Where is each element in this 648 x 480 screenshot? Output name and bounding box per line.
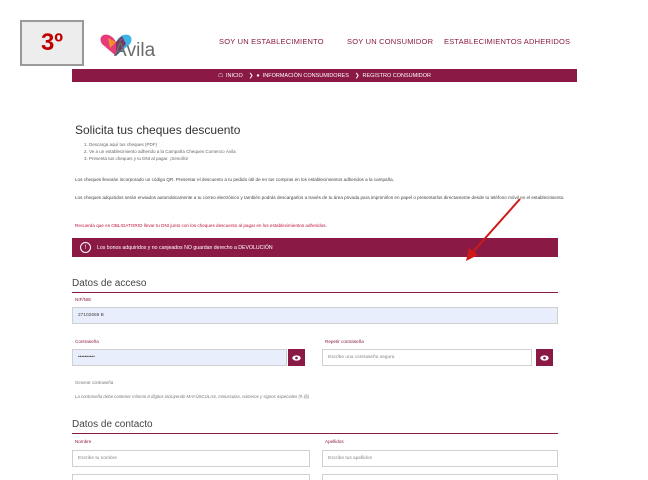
- contact-section-title: Datos de contacto: [72, 419, 153, 430]
- info-paragraph-qr: Los cheques llevarán incorporado un códi…: [75, 177, 394, 182]
- step-item: 2. Ve a un establecimiento adherido a la…: [84, 149, 236, 155]
- nif-label: NIF/NIE: [75, 297, 92, 302]
- show-repeat-password-button[interactable]: [536, 349, 553, 366]
- page-title: Solicita tus cheques descuento: [75, 123, 241, 137]
- home-icon[interactable]: ☖: [218, 73, 223, 79]
- alert-icon: !: [80, 242, 91, 253]
- generate-password-link[interactable]: Generar contraseña: [75, 380, 113, 385]
- eye-icon: [540, 354, 549, 361]
- top-nav: SOY UN ESTABLECIMIENTO SOY UN CONSUMIDOR…: [0, 37, 648, 51]
- eye-icon: [292, 354, 301, 361]
- user-icon: ●: [256, 72, 260, 79]
- section-divider: [72, 292, 558, 293]
- alert-text: Los bonos adquiridos y no canjeados NO g…: [97, 244, 273, 251]
- step-item[interactable]: 1. Descarga aquí tus cheques (PDF): [84, 141, 236, 148]
- breadcrumb: ☖ INICIO ❯ ● INFORMACIÓN CONSUMIDORES ❯ …: [72, 69, 577, 82]
- breadcrumb-home[interactable]: INICIO: [226, 73, 243, 79]
- section-divider: [72, 433, 558, 434]
- steps-list: 1. Descarga aquí tus cheques (PDF) 2. Ve…: [84, 141, 236, 163]
- step-item: 3. Presenta tus cheques y tu DNI al paga…: [84, 156, 189, 162]
- surname-label: Apellidos: [325, 439, 344, 444]
- access-section-title: Datos de acceso: [72, 278, 147, 289]
- surname-input[interactable]: Escribe tus apellidos: [322, 450, 558, 467]
- name-label: Nombre: [75, 439, 92, 444]
- chevron-right-icon: ❯: [354, 72, 360, 79]
- red-arrow-annotation: [466, 198, 521, 261]
- password-label: Contraseña: [75, 339, 99, 344]
- nav-establecimientos-adheridos[interactable]: ESTABLECIMIENTOS ADHERIDOS: [444, 37, 570, 46]
- repeat-password-label: Repetir contraseña: [325, 339, 364, 344]
- nav-soy-establecimiento[interactable]: SOY UN ESTABLECIMIENTO: [219, 37, 324, 46]
- name-input[interactable]: Escribe tu nombre: [72, 450, 310, 467]
- breadcrumb-info-consumidores[interactable]: INFORMACIÓN CONSUMIDORES: [263, 73, 349, 79]
- password-rule-hint: La contraseña debe contener mínimo 8 díg…: [75, 394, 310, 399]
- chevron-right-icon: ❯: [248, 72, 254, 79]
- next-field-partial[interactable]: [322, 474, 558, 480]
- nav-soy-consumidor[interactable]: SOY UN CONSUMIDOR: [347, 37, 433, 46]
- nif-input[interactable]: 27102659 B: [72, 307, 558, 324]
- breadcrumb-registro-consumidor: REGISTRO CONSUMIDOR: [362, 72, 431, 79]
- show-password-button[interactable]: [288, 349, 305, 366]
- next-field-partial[interactable]: [72, 474, 310, 480]
- repeat-password-input[interactable]: Escribe una contraseña segura: [322, 349, 532, 366]
- password-input[interactable]: ••••••••••: [72, 349, 287, 366]
